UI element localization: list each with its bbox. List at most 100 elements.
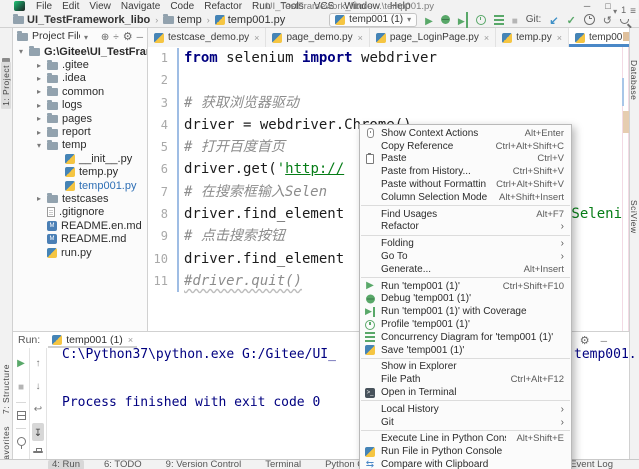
stop-icon[interactable] xyxy=(18,378,24,394)
menu-item[interactable]: Go To xyxy=(360,250,571,263)
tree-item[interactable]: common xyxy=(13,85,147,98)
coverage-icon[interactable] xyxy=(458,12,468,28)
close-icon[interactable] xyxy=(484,33,489,43)
editor-tab[interactable]: temp001.py xyxy=(569,28,629,47)
tool-window-button-database[interactable]: Database xyxy=(629,60,639,100)
run-configuration-select[interactable]: temp001 (1) xyxy=(329,13,417,27)
git-commit-icon[interactable] xyxy=(567,12,576,28)
up-icon[interactable] xyxy=(36,354,41,370)
tree-item[interactable]: .gitignore xyxy=(13,206,147,219)
menu-item[interactable]: Run File in Python Console xyxy=(360,445,571,458)
close-icon[interactable] xyxy=(557,33,562,43)
menu-item[interactable]: Copy ReferenceCtrl+Alt+Shift+C xyxy=(360,140,571,153)
menu-item[interactable]: PasteCtrl+V xyxy=(360,153,571,166)
tree-item[interactable]: temp.py xyxy=(13,166,147,179)
breadcrumb-item[interactable]: temp001.py xyxy=(215,14,285,26)
menu-item[interactable]: Run 'temp001 (1)'Ctrl+Shift+F10 xyxy=(360,280,571,293)
chevron-right-icon[interactable] xyxy=(35,194,43,203)
tree-item[interactable]: logs xyxy=(13,99,147,112)
tree-item[interactable]: __init__.py xyxy=(13,152,147,165)
tree-item[interactable]: .idea xyxy=(13,72,147,85)
tree-item[interactable]: temp xyxy=(13,139,147,152)
scrollend-icon[interactable] xyxy=(32,423,44,441)
menu-item[interactable]: Refactor xyxy=(360,221,571,234)
hide-panel-icon[interactable] xyxy=(601,332,607,348)
gear-icon[interactable] xyxy=(123,28,133,44)
tree-item[interactable]: temp001.py xyxy=(13,179,147,192)
collapse-all-icon[interactable] xyxy=(113,28,119,44)
menu-item[interactable]: Folding xyxy=(360,237,571,250)
git-update-icon[interactable] xyxy=(549,12,558,28)
tool-window-button-project[interactable]: 1: Project xyxy=(1,62,11,109)
status-bar-item[interactable]: 4: Run xyxy=(48,460,84,469)
chevron-right-icon[interactable] xyxy=(35,87,43,96)
tool-window-button-sciview[interactable]: SciView xyxy=(629,200,639,234)
close-icon[interactable] xyxy=(358,33,363,43)
chevron-down-icon[interactable] xyxy=(35,141,43,150)
menu-item[interactable]: Find UsagesAlt+F7 xyxy=(360,208,571,221)
editor-options-icon[interactable] xyxy=(630,2,636,18)
maximize-icon[interactable]: □ xyxy=(605,0,610,12)
menu-item[interactable]: Open in Terminal xyxy=(360,386,571,399)
tree-item[interactable]: README.en.md xyxy=(13,219,147,232)
tree-item[interactable]: report xyxy=(13,125,147,138)
tree-item[interactable]: .gitee xyxy=(13,58,147,71)
chevron-right-icon[interactable] xyxy=(35,74,43,83)
menu-item[interactable]: Generate...Alt+Insert xyxy=(360,263,571,276)
down-icon[interactable] xyxy=(36,377,41,393)
status-bar-item[interactable]: Terminal xyxy=(261,460,305,469)
hidden-tabs-icon[interactable] xyxy=(613,2,617,18)
menu-item[interactable]: Git xyxy=(360,416,571,429)
debug-icon[interactable] xyxy=(441,15,450,24)
menu-item[interactable]: Execute Line in Python ConsoleAlt+Shift+… xyxy=(360,433,571,446)
run-icon[interactable] xyxy=(17,354,25,370)
chevron-down-icon[interactable] xyxy=(17,47,25,56)
menu-item[interactable]: Column Selection ModeAlt+Shift+Insert xyxy=(360,191,571,204)
softwrap-icon[interactable] xyxy=(34,400,42,416)
pin-icon[interactable] xyxy=(17,437,26,446)
editor-tab[interactable]: testcase_demo.py xyxy=(148,28,266,47)
tree-item[interactable]: README.md xyxy=(13,232,147,245)
status-bar-item[interactable]: 9: Version Control xyxy=(162,460,246,469)
minimize-icon[interactable]: ─ xyxy=(584,0,590,12)
menu-item[interactable]: Run 'temp001 (1)' with Coverage xyxy=(360,305,571,318)
menu-item[interactable]: Paste from History...Ctrl+Shift+V xyxy=(360,165,571,178)
gear-icon[interactable] xyxy=(580,332,590,348)
close-icon[interactable] xyxy=(254,33,259,43)
chevron-right-icon[interactable] xyxy=(35,114,43,123)
restore-icon[interactable] xyxy=(17,411,26,420)
breadcrumb-item[interactable]: temp xyxy=(163,14,201,26)
project-view-select[interactable]: Project Files xyxy=(32,30,80,42)
menu-item[interactable]: Concurrency Diagram for 'temp001 (1)' xyxy=(360,331,571,344)
run-icon[interactable] xyxy=(425,12,433,28)
stop-icon[interactable] xyxy=(512,12,518,28)
tree-item[interactable]: G:\Gitee\UI_TestFramework xyxy=(13,45,147,58)
tree-item[interactable]: run.py xyxy=(13,246,147,259)
chevron-right-icon[interactable] xyxy=(35,61,43,70)
menu-item[interactable]: Save 'temp001 (1)' xyxy=(360,344,571,357)
menu-item[interactable]: Show Context ActionsAlt+Enter xyxy=(360,127,571,140)
locate-file-icon[interactable] xyxy=(101,28,109,44)
scrollbar-thumb[interactable] xyxy=(622,78,624,106)
chevron-right-icon[interactable] xyxy=(35,101,43,110)
concurrency-icon[interactable] xyxy=(494,15,504,25)
menu-item[interactable]: Compare with Clipboard xyxy=(360,458,571,469)
breadcrumb-item[interactable]: UI_TestFramework_libo xyxy=(13,14,150,26)
printer-icon[interactable] xyxy=(33,451,43,453)
chevron-right-icon[interactable] xyxy=(35,128,43,137)
menu-item[interactable]: Paste without FormattingCtrl+Alt+Shift+V xyxy=(360,178,571,191)
menu-item[interactable]: Profile 'temp001 (1)' xyxy=(360,318,571,331)
menu-item[interactable]: Local History xyxy=(360,403,571,416)
history-icon[interactable] xyxy=(584,14,595,25)
menu-item[interactable]: Show in Explorer xyxy=(360,361,571,374)
run-tab[interactable]: temp001 (1) xyxy=(48,332,137,348)
tree-item[interactable]: pages xyxy=(13,112,147,125)
editor-tab[interactable]: temp.py xyxy=(496,28,569,47)
hide-panel-icon[interactable] xyxy=(137,28,143,44)
chevron-down-icon[interactable] xyxy=(84,28,88,44)
tool-window-button-structure[interactable]: 7: Structure xyxy=(1,364,11,414)
editor-tab[interactable]: page_LoginPage.py xyxy=(370,28,496,47)
editor-tab[interactable]: page_demo.py xyxy=(266,28,369,47)
status-bar-item[interactable]: 6: TODO xyxy=(100,460,146,469)
tree-item[interactable]: testcases xyxy=(13,192,147,205)
